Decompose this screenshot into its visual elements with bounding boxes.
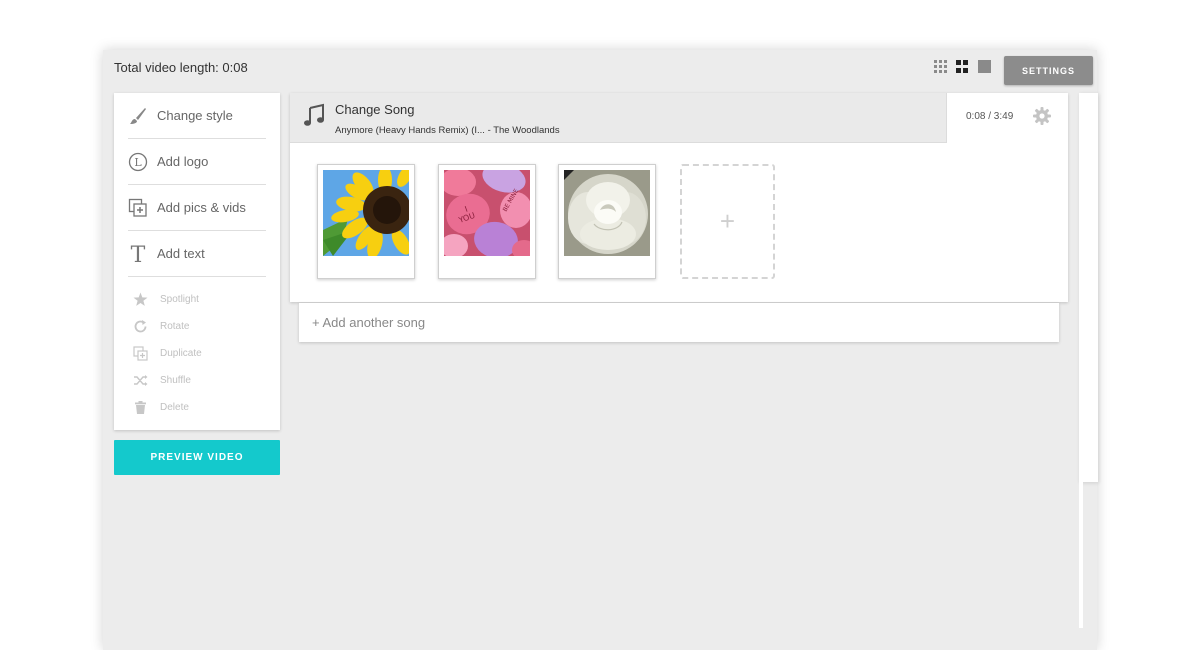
shuffle-icon [132, 372, 149, 389]
sidebar-item-add-pics-vids[interactable]: Add pics & vids [128, 185, 266, 231]
media-thumbnail-white-rose[interactable] [558, 164, 656, 279]
media-thumbnail-sunflower[interactable] [317, 164, 415, 279]
sunflower-image [323, 170, 409, 256]
white-rose-image [564, 170, 650, 256]
gear-icon[interactable] [1032, 106, 1052, 126]
candy-hearts-image: I YOU BE MINE [444, 170, 530, 256]
song-header: Change Song Anymore (Heavy Hands Remix) … [290, 93, 946, 143]
sidebar-item-label: Add logo [157, 154, 209, 169]
sidebar-item-change-style[interactable]: Change style [128, 93, 266, 139]
add-media-slot[interactable]: + [680, 164, 775, 279]
total-video-length: Total video length: 0:08 [114, 60, 248, 75]
sidebar-item-label: Add text [157, 246, 205, 261]
medium-grid-icon[interactable] [956, 60, 969, 73]
sidebar-item-label: Change style [157, 108, 233, 123]
large-tile-icon[interactable] [978, 60, 991, 73]
preview-video-button[interactable]: PREVIEW VIDEO [114, 440, 280, 475]
sidebar-item-add-text[interactable]: T Add text [128, 231, 266, 277]
right-panel-gap [1079, 482, 1083, 628]
svg-text:T: T [131, 244, 146, 264]
sidebar-item-duplicate: Duplicate [132, 343, 202, 363]
add-another-song-button[interactable]: + Add another song [299, 303, 1059, 342]
media-thumbnail-candy-hearts[interactable]: I YOU BE MINE [438, 164, 536, 279]
sidebar-item-label: Delete [160, 401, 189, 413]
small-grid-icon[interactable] [934, 60, 947, 73]
settings-button[interactable]: SETTINGS [1004, 56, 1093, 85]
sidebar-item-label: Spotlight [160, 293, 199, 305]
add-media-icon [128, 198, 148, 218]
sidebar-item-shuffle: Shuffle [132, 370, 191, 390]
right-panel-edge [1079, 93, 1098, 482]
logo-icon: L [128, 152, 148, 172]
song-time: 0:08 / 3:49 [966, 111, 1014, 122]
sidebar-item-label: Duplicate [160, 347, 202, 359]
sidebar-item-label: Shuffle [160, 374, 191, 386]
song-card: Change Song Anymore (Heavy Hands Remix) … [290, 93, 1068, 302]
rotate-icon [132, 318, 149, 335]
song-time-box: 0:08 / 3:49 [946, 93, 1068, 143]
sidebar-item-rotate: Rotate [132, 316, 189, 336]
trash-icon [132, 399, 149, 416]
sidebar-item-spotlight: Spotlight [132, 289, 199, 309]
change-song-link[interactable]: Change Song [335, 102, 415, 117]
song-title: Anymore (Heavy Hands Remix) (I... - The … [335, 125, 560, 136]
sidebar-item-label: Add pics & vids [157, 200, 246, 215]
star-icon [132, 291, 149, 308]
svg-text:L: L [134, 156, 142, 169]
sidebar-item-label: Rotate [160, 320, 190, 332]
sidebar-item-delete: Delete [132, 397, 189, 417]
paintbrush-icon [128, 106, 148, 126]
text-icon: T [128, 244, 148, 264]
music-note-icon [304, 103, 324, 126]
sidebar: Change style L Add logo Add pics & vids … [114, 93, 280, 430]
view-mode-toggles [934, 60, 991, 73]
sidebar-item-add-logo[interactable]: L Add logo [128, 139, 266, 185]
duplicate-icon [132, 345, 149, 362]
